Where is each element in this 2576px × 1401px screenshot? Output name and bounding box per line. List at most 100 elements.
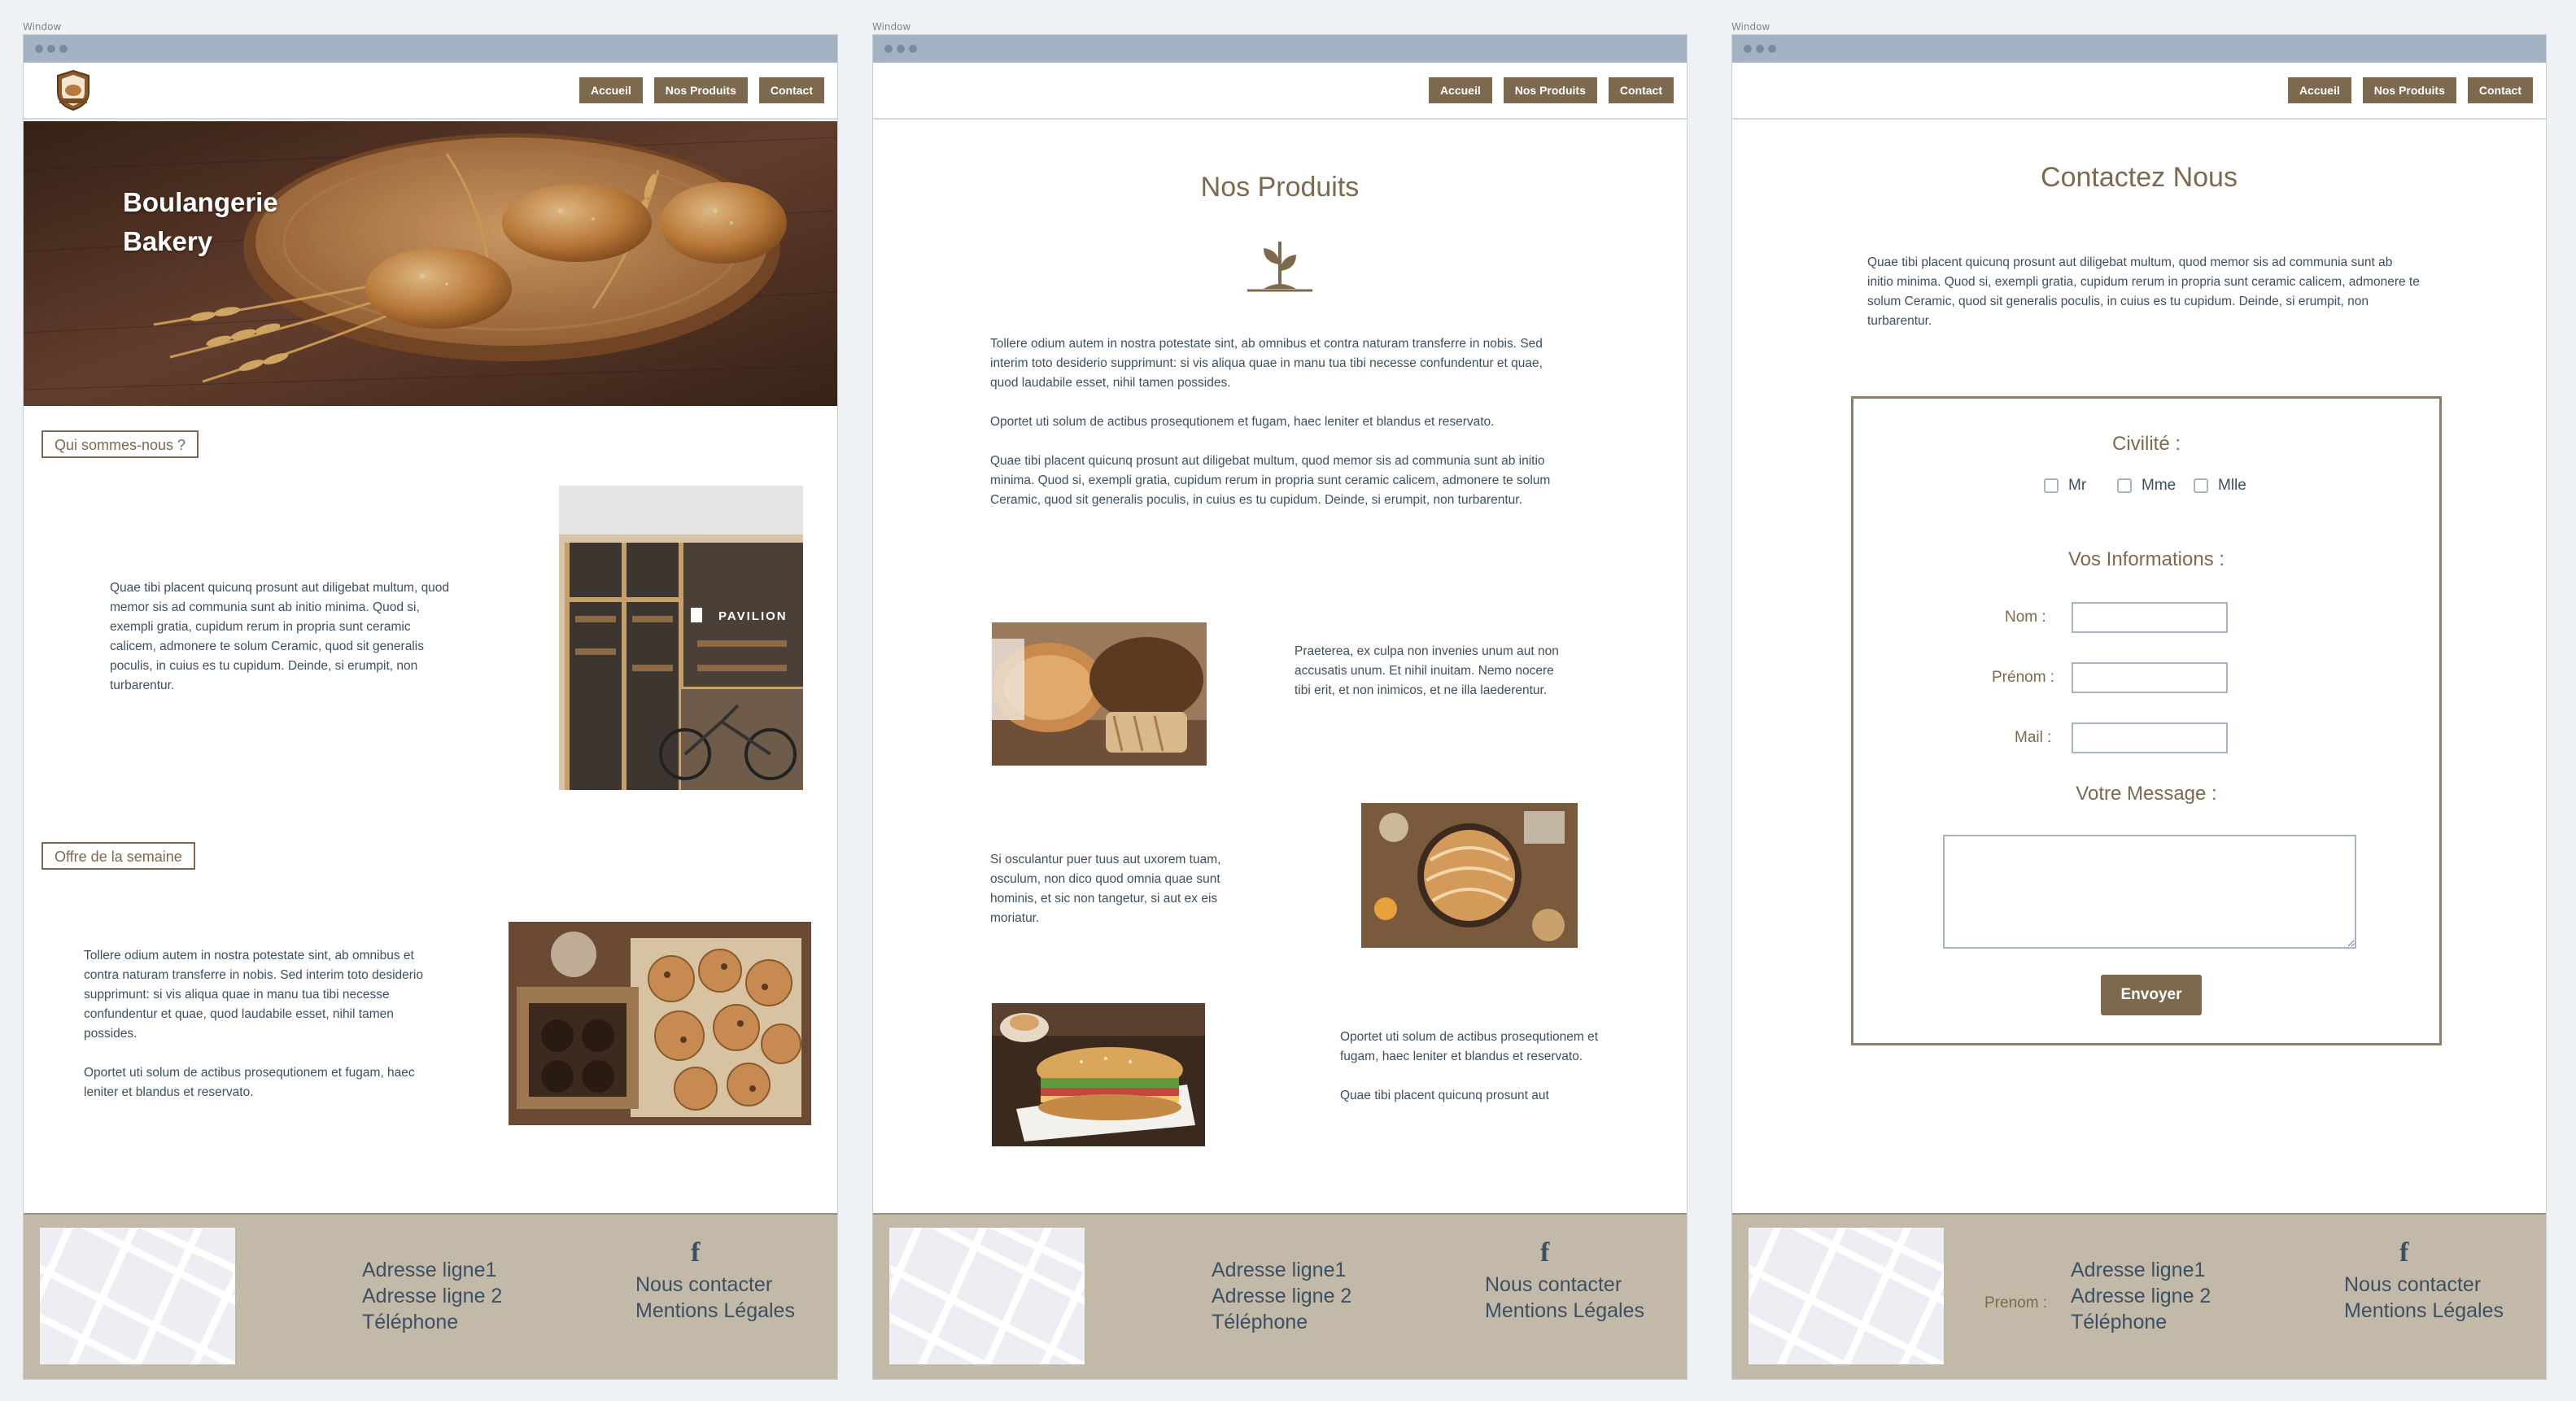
nav-contact-button[interactable]: Contact [2467, 77, 2533, 103]
map-placeholder[interactable] [40, 1228, 235, 1364]
cookies-image [509, 922, 811, 1125]
window-titlebar[interactable] [873, 35, 1687, 63]
bread-loaves-image [992, 622, 1207, 766]
mail-input[interactable] [2072, 722, 2228, 753]
address-line: Adresse ligne1 [1212, 1259, 1347, 1281]
facebook-icon[interactable]: f [691, 1237, 700, 1268]
nav-products-button[interactable]: Nos Produits [653, 77, 748, 103]
phone-line: Téléphone [1212, 1311, 1308, 1333]
intro-paragraph: Quae tibi placent quicunq prosunt aut di… [990, 454, 1551, 507]
intro-paragraph: Tollere odium autem in nostra potestate … [990, 337, 1543, 390]
footer-legal-link[interactable]: Mentions Légales [1485, 1298, 1644, 1324]
nav-home-button[interactable]: Accueil [1428, 77, 1492, 103]
product-text-2: Si osculantur puer tuus aut uxorem tuam,… [990, 853, 1221, 925]
info-label: Vos Informations : [2067, 548, 2225, 570]
message-textarea[interactable] [1943, 835, 2356, 949]
product-text-3: Oportet uti solum de actibus proseqution… [1340, 1028, 1609, 1125]
mr-label: Mr [2068, 477, 2087, 494]
hero-bread-image [24, 121, 837, 406]
facebook-icon[interactable]: f [2399, 1237, 2408, 1268]
intro-paragraph: Oportet uti solum de actibus proseqution… [990, 415, 1495, 429]
offer-paragraph: Tollere odium autem in nostra potestate … [84, 949, 423, 1041]
footer-legal-link[interactable]: Mentions Légales [635, 1298, 795, 1324]
window-control-dot[interactable] [35, 45, 43, 53]
address-line: Adresse ligne1 [2071, 1259, 2206, 1281]
products-intro: Tollere odium autem in nostra potestate … [990, 334, 1568, 530]
window-label: Window [872, 21, 911, 33]
footer-contact-link[interactable]: Nous contacter [635, 1272, 795, 1298]
footer: Prenom : Adresse ligne1 Adresse ligne 2 … [1732, 1213, 2546, 1379]
page-title: Nos Produits [1200, 172, 1360, 203]
map-placeholder[interactable] [1749, 1228, 1944, 1364]
window-control-dot[interactable] [909, 45, 917, 53]
nav-contact-button[interactable]: Contact [1608, 77, 1674, 103]
map-placeholder[interactable] [889, 1228, 1085, 1364]
nav-products-button[interactable]: Nos Produits [2362, 77, 2456, 103]
nav-products-button[interactable]: Nos Produits [1503, 77, 1597, 103]
storefront-image: PAVILION [559, 486, 803, 790]
mr-checkbox[interactable] [2044, 478, 2059, 493]
sandwich-image [992, 1003, 1205, 1146]
prenom-input[interactable] [2072, 662, 2228, 693]
offer-text: Tollere odium autem in nostra potestate … [84, 946, 450, 1122]
window-label: Window [1731, 21, 1770, 33]
prenom-label: Prénom : [1992, 669, 2055, 686]
footer-contact-link[interactable]: Nous contacter [2344, 1272, 2504, 1298]
offer-section-title: Offre de la semaine [41, 842, 195, 870]
footer-links: Nous contacter Mentions Légales [1485, 1272, 1644, 1324]
footer-stray-label: Prenom : [1984, 1294, 2048, 1312]
address-line: Adresse ligne 2 [2071, 1285, 2211, 1307]
nav-home-button[interactable]: Accueil [579, 77, 643, 103]
footer-address: Adresse ligne1 Adresse ligne 2 Téléphone [1212, 1257, 1351, 1335]
footer-address: Adresse ligne1 Adresse ligne 2 Téléphone [362, 1257, 502, 1335]
window-titlebar[interactable] [1732, 35, 2546, 63]
window-control-dot[interactable] [1744, 45, 1752, 53]
window-control-dot[interactable] [1756, 45, 1764, 53]
hero-title-line1: Boulangerie [123, 187, 278, 217]
footer-links: Nous contacter Mentions Légales [635, 1272, 795, 1324]
navbar: Accueil Nos Produits Contact [873, 63, 1687, 120]
phone-line: Téléphone [362, 1311, 459, 1333]
nav-home-button[interactable]: Accueil [2287, 77, 2351, 103]
window-control-dot[interactable] [897, 45, 905, 53]
contact-form: Civilité : Mr Mme Mlle Vos Informations … [1851, 396, 2442, 1045]
address-line: Adresse ligne1 [362, 1259, 497, 1281]
footer-legal-link[interactable]: Mentions Légales [2344, 1298, 2504, 1324]
navbar: Accueil Nos Produits Contact [24, 63, 837, 120]
product-text-1: Praeterea, ex culpa non invenies unum au… [1295, 644, 1559, 697]
nav-contact-button[interactable]: Contact [758, 77, 824, 103]
footer-address: Adresse ligne1 Adresse ligne 2 Téléphone [2071, 1257, 2211, 1335]
facebook-icon[interactable]: f [1540, 1237, 1549, 1268]
address-line: Adresse ligne 2 [1212, 1285, 1352, 1307]
window-contact: Accueil Nos Produits Contact Contactez N… [1731, 34, 2547, 1380]
about-text: Quae tibi placent quicunq prosunt aut di… [110, 581, 450, 692]
mme-checkbox[interactable] [2117, 478, 2132, 493]
hero-banner: Boulangerie Bakery [24, 121, 837, 406]
footer-links: Nous contacter Mentions Légales [2344, 1272, 2504, 1324]
window-control-dot[interactable] [884, 45, 893, 53]
footer: Adresse ligne1 Adresse ligne 2 Téléphone… [873, 1213, 1687, 1379]
window-label: Window [23, 21, 62, 33]
hero-title: Boulangerie Bakery [123, 183, 278, 261]
nom-input[interactable] [2072, 602, 2228, 633]
window-control-dot[interactable] [1768, 45, 1776, 53]
submit-button[interactable]: Envoyer [2101, 975, 2202, 1015]
mlle-checkbox[interactable] [2194, 478, 2208, 493]
window-home: Accueil Nos Produits Contact Boulangerie… [23, 34, 838, 1380]
logo-icon[interactable] [53, 69, 94, 111]
contact-intro: Quae tibi placent quicunq prosunt aut di… [1867, 255, 2420, 328]
window-titlebar[interactable] [24, 35, 837, 63]
civility-label: Civilité : [2111, 433, 2181, 455]
footer-contact-link[interactable]: Nous contacter [1485, 1272, 1644, 1298]
footer: Adresse ligne1 Adresse ligne 2 Téléphone… [24, 1213, 837, 1379]
page-title: Contactez Nous [2041, 162, 2238, 193]
window-control-dot[interactable] [47, 45, 55, 53]
window-control-dot[interactable] [59, 45, 68, 53]
storefront-sign: PAVILION [718, 609, 788, 623]
sprout-icon [1247, 242, 1312, 292]
product-paragraph: Quae tibi placent quicunq prosunt aut [1340, 1089, 1549, 1102]
mlle-label: Mlle [2218, 477, 2246, 494]
address-line: Adresse ligne 2 [362, 1285, 503, 1307]
mme-label: Mme [2142, 477, 2177, 494]
nom-label: Nom : [2005, 609, 2046, 626]
